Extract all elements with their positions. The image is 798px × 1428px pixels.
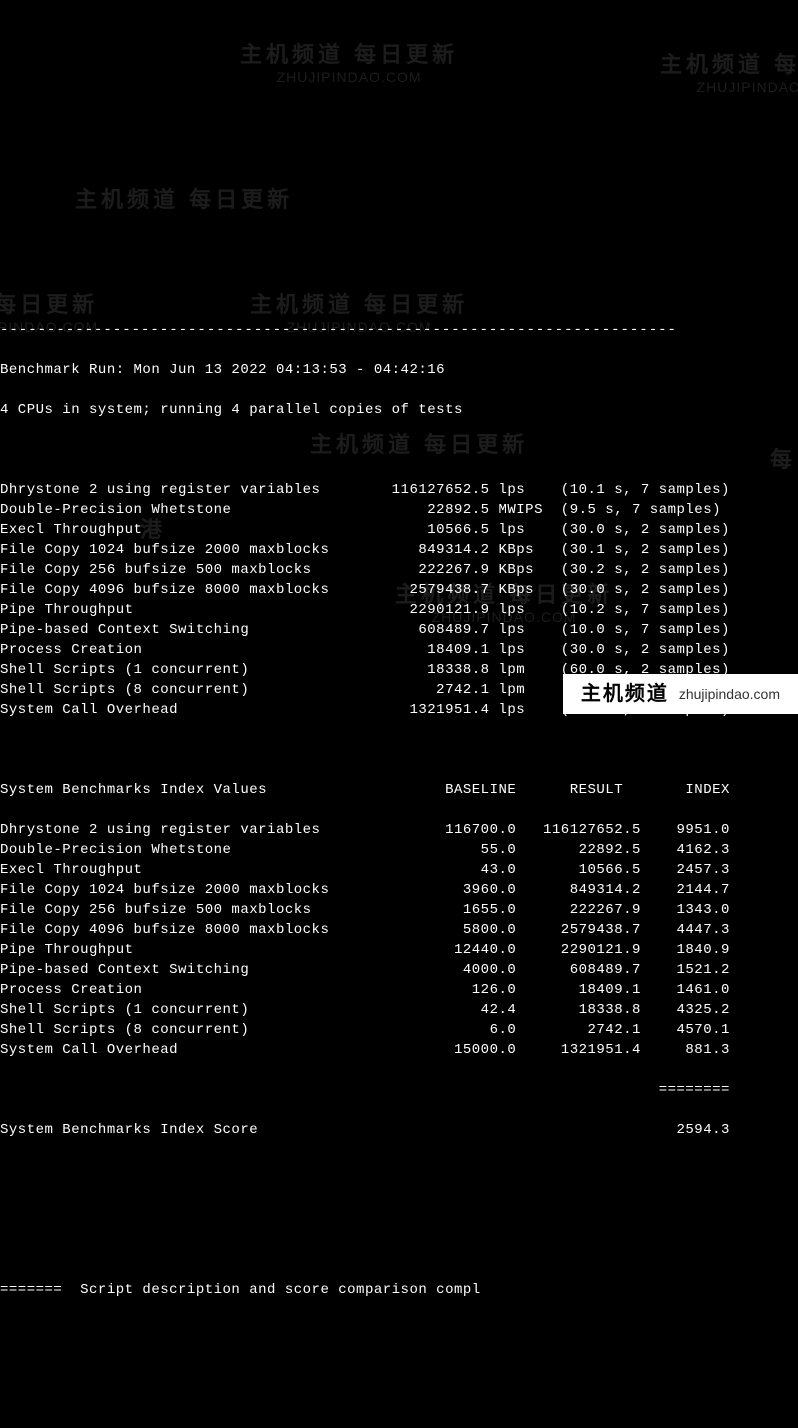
test-row: Pipe-based Context Switching 608489.7 lp…: [0, 620, 798, 640]
logo-cn-text: 主机频道: [581, 684, 669, 704]
test-row: Process Creation 18409.1 lps (30.0 s, 2 …: [0, 640, 798, 660]
blank-line: [0, 440, 798, 460]
blank-line: [0, 740, 798, 760]
blank-line: [0, 1160, 798, 1180]
watermark: 主机频道 每日更新: [75, 190, 293, 210]
index-row: Dhrystone 2 using register variables 116…: [0, 820, 798, 840]
watermark: 主机频道 每日更新 ZHUJIPINDAO.COM: [660, 55, 798, 97]
index-row: File Copy 4096 bufsize 8000 maxblocks 58…: [0, 920, 798, 940]
test-row: Double-Precision Whetstone 22892.5 MWIPS…: [0, 500, 798, 520]
index-rows: Dhrystone 2 using register variables 116…: [0, 820, 798, 1060]
footer-line: ======= Script description and score com…: [0, 1280, 798, 1300]
separator-line: ----------------------------------------…: [0, 320, 798, 340]
index-row: System Call Overhead 15000.0 1321951.4 8…: [0, 1040, 798, 1060]
test-row: File Copy 256 bufsize 500 maxblocks 2222…: [0, 560, 798, 580]
index-row: File Copy 256 bufsize 500 maxblocks 1655…: [0, 900, 798, 920]
benchmark-run-line: Benchmark Run: Mon Jun 13 2022 04:13:53 …: [0, 360, 798, 380]
index-row: Pipe-based Context Switching 4000.0 6084…: [0, 960, 798, 980]
score-line: System Benchmarks Index Score 2594.3: [0, 1120, 798, 1140]
logo-watermark: 主机频道 zhujipindao.com: [563, 674, 798, 714]
index-row: Pipe Throughput 12440.0 2290121.9 1840.9: [0, 940, 798, 960]
index-row: Process Creation 126.0 18409.1 1461.0: [0, 980, 798, 1000]
test-row: Pipe Throughput 2290121.9 lps (10.2 s, 7…: [0, 600, 798, 620]
test-row: Execl Throughput 10566.5 lps (30.0 s, 2 …: [0, 520, 798, 540]
test-row: File Copy 1024 bufsize 2000 maxblocks 84…: [0, 540, 798, 560]
score-separator: ========: [0, 1080, 798, 1100]
logo-en-text: zhujipindao.com: [679, 684, 780, 704]
index-row: Shell Scripts (1 concurrent) 42.4 18338.…: [0, 1000, 798, 1020]
cpu-info-line: 4 CPUs in system; running 4 parallel cop…: [0, 400, 798, 420]
index-row: Shell Scripts (8 concurrent) 6.0 2742.1 …: [0, 1020, 798, 1040]
test-row: Dhrystone 2 using register variables 116…: [0, 480, 798, 500]
test-row: File Copy 4096 bufsize 8000 maxblocks 25…: [0, 580, 798, 600]
index-row: Double-Precision Whetstone 55.0 22892.5 …: [0, 840, 798, 860]
watermark: 主机频道 每日更新 ZHUJIPINDAO.COM: [240, 45, 458, 87]
blank-line: [0, 1200, 798, 1220]
index-row: File Copy 1024 bufsize 2000 maxblocks 39…: [0, 880, 798, 900]
terminal-output: ----------------------------------------…: [0, 300, 798, 1320]
index-row: Execl Throughput 43.0 10566.5 2457.3: [0, 860, 798, 880]
blank-line: [0, 1240, 798, 1260]
index-header: System Benchmarks Index Values BASELINE …: [0, 780, 798, 800]
